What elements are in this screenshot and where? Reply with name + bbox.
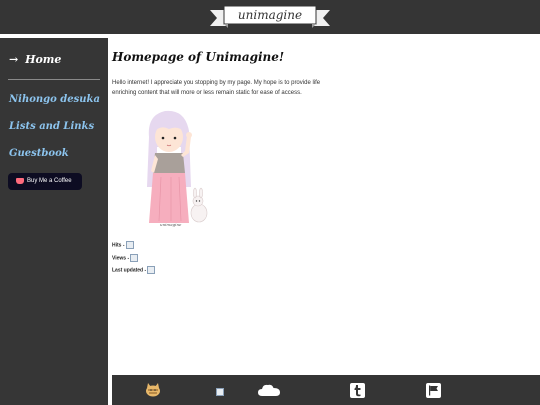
buy-me-a-coffee-button[interactable]: Buy Me a Coffee: [8, 173, 82, 190]
page-title: Homepage of Unimagine!: [112, 50, 285, 64]
cloud-icon[interactable]: [258, 384, 280, 397]
footer-bar: [112, 375, 540, 405]
intro-text: Hello internet! I appreciate you stoppin…: [112, 80, 321, 96]
sidebar-item-home[interactable]: → Home: [9, 53, 61, 66]
broken-image-icon: [147, 266, 156, 274]
arrow-right-icon: →: [9, 53, 19, 66]
last-updated: Last updated -: [112, 266, 156, 274]
avatar-illustration: unimagine: [147, 110, 208, 227]
sidebar-item-guestbook[interactable]: Guestbook: [9, 148, 69, 159]
views-counter: Views -: [112, 254, 139, 262]
top-bar: unimagine: [0, 0, 540, 34]
logo-text: unimagine: [237, 8, 303, 22]
avatar-signature: unimagine: [160, 222, 182, 227]
coffee-cup-icon: [16, 178, 24, 184]
sidebar-item-lists-and-links[interactable]: Lists and Links: [9, 121, 94, 132]
broken-image-icon: [130, 254, 139, 262]
broken-image-icon[interactable]: [216, 388, 224, 396]
site-logo[interactable]: unimagine: [210, 4, 330, 28]
tumblr-icon[interactable]: [350, 383, 365, 398]
coffee-button-label: Buy Me a Coffee: [27, 178, 72, 184]
neko-atsume-icon[interactable]: [145, 383, 161, 397]
broken-image-icon: [125, 241, 134, 249]
sidebar-item-nihongo-desuka[interactable]: Nihongo desuka: [9, 94, 100, 105]
sidebar-item-label: Home: [25, 53, 62, 66]
hits-counter: Hits -: [112, 241, 134, 249]
sidebar-divider: [8, 79, 100, 80]
flag-icon[interactable]: [426, 383, 441, 398]
